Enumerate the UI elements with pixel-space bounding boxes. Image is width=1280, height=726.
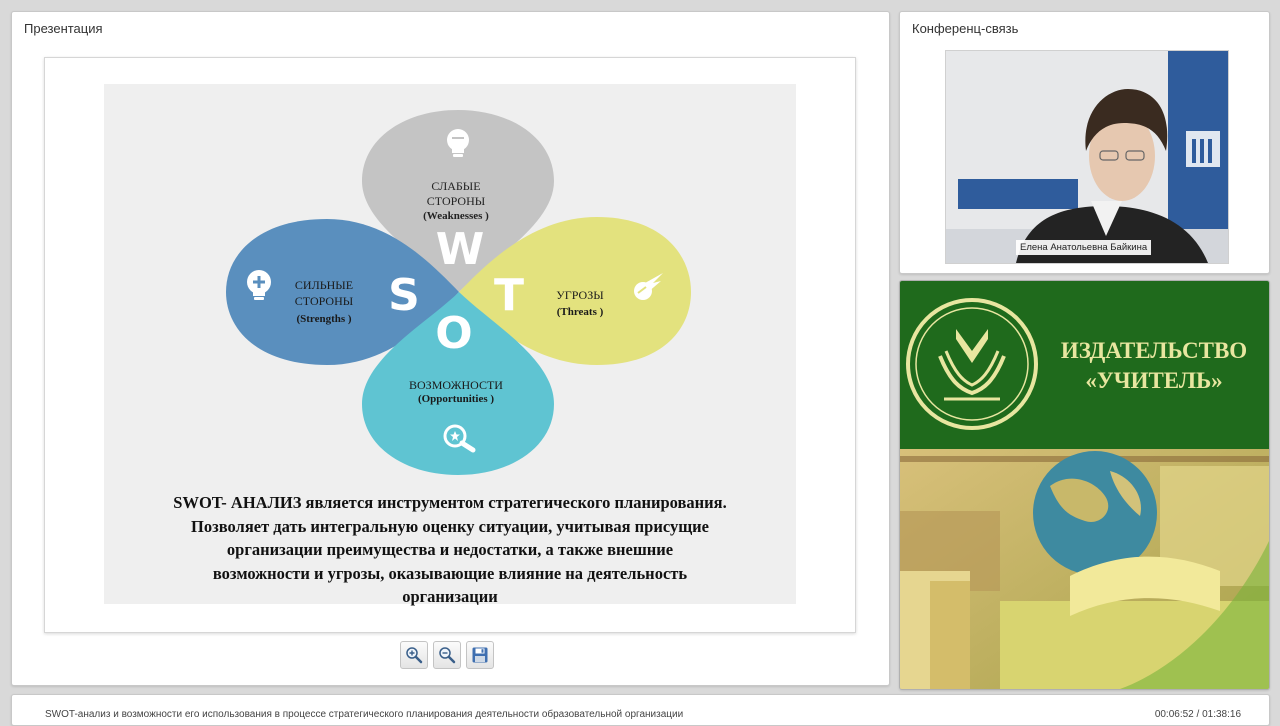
opportunities-label-1: ВОЗМОЖНОСТИ [409,378,503,392]
weaknesses-label-1: СЛАБЫЕ [431,179,480,193]
conference-panel-title: Конференц-связь [912,21,1019,36]
zoom-in-button[interactable] [400,641,428,669]
slide-text-line-4: возможности и угрозы, оказывающие влияни… [212,563,688,583]
threats-label-2: (Threats ) [557,306,604,318]
zoom-in-icon [406,647,423,664]
footer-bar: SWOT-анализ и возможности его использова… [11,694,1270,726]
swot-letter-s: S [388,270,420,321]
swot-letter-w: W [436,224,485,275]
slide-text-line-1: SWOT- АНАЛИЗ является инструментом страт… [173,493,727,512]
zoom-out-button[interactable] [433,641,461,669]
speaker-video-frame [946,51,1228,263]
slide-frame: W S T O СЛАБЫЕ СТОРОНЫ (Weaknesses ) СИЛ… [44,57,856,633]
swot-letter-o: O [435,308,472,359]
zoom-out-icon [439,647,456,664]
save-icon [472,647,488,663]
publisher-promo-panel: ИЗДАТЕЛЬСТВО «УЧИТЕЛЬ» [899,280,1270,690]
publisher-banner: ИЗДАТЕЛЬСТВО «УЧИТЕЛЬ» [900,281,1269,689]
slide-toolbar [400,641,494,671]
weaknesses-label-2: СТОРОНЫ [427,194,486,208]
opportunities-label-2: (Opportunities ) [418,393,494,405]
slide-text-line-3: организации преимущества и недостатки, а… [226,540,674,559]
slide-text-line-5: организации [402,587,498,606]
threats-label-1: УГРОЗЫ [556,288,604,302]
speaker-name-caption: Елена Анатольевна Байкина [1016,240,1152,255]
presentation-panel-title: Презентация [24,21,103,36]
speaker-video[interactable]: Елена Анатольевна Байкина [945,50,1229,264]
weaknesses-label-3: (Weaknesses ) [423,210,489,222]
save-button[interactable] [466,641,494,669]
publisher-name-line-2: «УЧИТЕЛЬ» [1085,368,1222,393]
strengths-label-1: СИЛЬНЫЕ [295,278,353,292]
slide-description: SWOT- АНАЛИЗ является инструментом страт… [114,491,786,609]
slide-text-line-2: Позволяет дать интегральную оценку ситуа… [191,516,709,536]
playback-time: 00:06:52 / 01:38:16 [1154,709,1241,720]
presentation-panel: Презентация W S T O СЛАБЫЕ СТОРОНЫ (Weak… [11,11,890,686]
strengths-label-2: СТОРОНЫ [295,294,354,308]
swot-letter-t: T [494,270,524,321]
strengths-label-3: (Strengths ) [296,313,351,325]
slide: W S T O СЛАБЫЕ СТОРОНЫ (Weaknesses ) СИЛ… [104,84,796,606]
publisher-name-line-1: ИЗДАТЕЛЬСТВО [1061,338,1247,363]
webinar-title: SWOT-анализ и возможности его использова… [45,709,684,720]
swot-diagram: W S T O СЛАБЫЕ СТОРОНЫ (Weaknesses ) СИЛ… [226,110,691,475]
conference-panel: Конференц-связь Елена Анатольевна Байкин… [899,11,1270,274]
